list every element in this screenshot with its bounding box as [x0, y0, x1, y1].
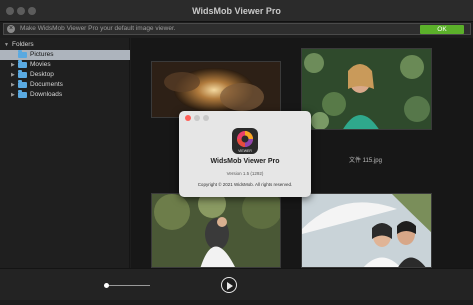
- chevron-right-icon[interactable]: ▶: [11, 70, 15, 80]
- default-viewer-notice: × Make WidsMob Viewer Pro your default i…: [3, 23, 471, 35]
- zoom-slider-track[interactable]: [104, 285, 150, 286]
- about-copyright: Copyright © 2021 WidsMob. All rights res…: [197, 182, 293, 187]
- app-window: WidsMob Viewer Pro × Make WidsMob Viewer…: [0, 0, 473, 305]
- thumbnail-caption: 文件 115.jpg: [349, 158, 382, 164]
- thumbnail-portrait[interactable]: [301, 48, 432, 130]
- about-dialog: VIEWER WidsMob Viewer Pro Version 1.5 (1…: [179, 111, 311, 197]
- folder-icon: [18, 60, 27, 68]
- chevron-down-icon[interactable]: ▼: [4, 42, 9, 48]
- minimize-dialog-button: [194, 115, 200, 121]
- sidebar-item-label: Downloads: [30, 91, 63, 98]
- portrait-image: [302, 49, 431, 129]
- sidebar-item-label: Movies: [30, 61, 51, 68]
- wedding-garden-image: [152, 194, 280, 267]
- fire-image: [152, 62, 280, 117]
- folders-header: Folders: [12, 41, 34, 48]
- bottom-toolbar: [0, 268, 473, 300]
- folder-icon: [18, 80, 27, 88]
- sidebar-item-label: Pictures: [30, 51, 54, 58]
- notice-text: Make WidsMob Viewer Pro your default ima…: [20, 25, 176, 32]
- window-title: WidsMob Viewer Pro: [192, 6, 281, 16]
- zoom-slider-handle[interactable]: [104, 283, 109, 288]
- dismiss-notice-icon[interactable]: ×: [7, 25, 15, 33]
- folder-icon: [18, 70, 27, 78]
- wedding-umbrella-image: [302, 194, 431, 267]
- about-app-name: WidsMob Viewer Pro: [210, 158, 280, 165]
- chevron-right-icon[interactable]: ▶: [11, 60, 15, 70]
- sidebar-item-desktop[interactable]: ▶ Desktop: [0, 70, 130, 80]
- zoom-dialog-button: [203, 115, 209, 121]
- thumbnail-wedding-umbrella[interactable]: [301, 193, 432, 268]
- folder-icon: [18, 90, 27, 98]
- sidebar-item-downloads[interactable]: ▶ Downloads: [0, 90, 130, 100]
- about-version: Version 1.5 (1292): [226, 171, 264, 176]
- thumbnail-wedding-garden[interactable]: [151, 193, 281, 268]
- folder-icon: [18, 50, 27, 58]
- sidebar-item-movies[interactable]: ▶ Movies: [0, 60, 130, 70]
- folders-sidebar: ▼ Folders Pictures ▶ Movies ▶ Desktop ▶ …: [0, 38, 130, 268]
- close-dialog-button[interactable]: [185, 115, 191, 121]
- sidebar-item-pictures[interactable]: Pictures: [0, 50, 130, 60]
- thumbnail-fire[interactable]: [151, 61, 281, 118]
- sidebar-item-label: Documents: [30, 81, 63, 88]
- title-bar[interactable]: WidsMob Viewer Pro: [0, 0, 473, 22]
- app-logo-icon: VIEWER: [232, 128, 258, 154]
- sidebar-item-label: Desktop: [30, 71, 54, 78]
- chevron-right-icon[interactable]: ▶: [11, 90, 15, 100]
- svg-text:VIEWER: VIEWER: [238, 149, 252, 153]
- sidebar-item-documents[interactable]: ▶ Documents: [0, 80, 130, 90]
- chevron-right-icon[interactable]: ▶: [11, 80, 15, 90]
- ok-button[interactable]: OK: [420, 25, 464, 34]
- play-slideshow-button[interactable]: [221, 277, 237, 293]
